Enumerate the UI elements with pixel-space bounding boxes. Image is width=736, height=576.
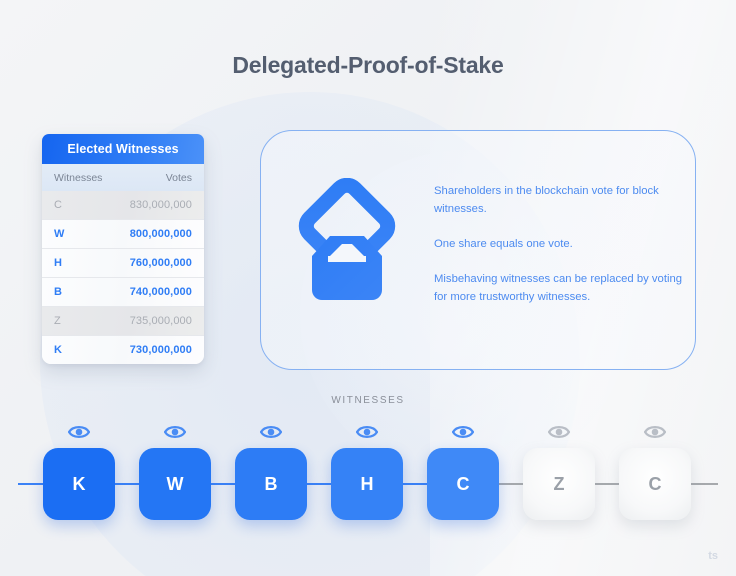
eye-icon	[644, 426, 666, 438]
witness-node[interactable]: Z	[523, 448, 595, 520]
table-row[interactable]: W 800,000,000	[42, 220, 204, 249]
row-witness: H	[54, 257, 62, 269]
slide-canvas: Delegated-Proof-of-Stake Elected Witness…	[0, 0, 736, 576]
witness-node[interactable]: K	[43, 448, 115, 520]
eye-icon	[164, 426, 186, 438]
row-votes: 730,000,000	[129, 344, 192, 356]
eye-icon	[68, 426, 90, 438]
eye-icon	[356, 426, 378, 438]
elected-witnesses-table: Elected Witnesses Witnesses Votes C 830,…	[42, 134, 204, 364]
row-votes: 740,000,000	[129, 286, 192, 298]
table-row[interactable]: C 830,000,000	[42, 191, 204, 220]
row-witness: C	[54, 199, 62, 211]
witness-node[interactable]: W	[139, 448, 211, 520]
column-header-witnesses: Witnesses	[54, 171, 103, 184]
row-witness: W	[54, 228, 65, 240]
row-votes: 830,000,000	[129, 199, 192, 211]
table-row[interactable]: H 760,000,000	[42, 249, 204, 278]
column-header-votes: Votes	[165, 171, 192, 184]
ballot-box-icon	[282, 177, 412, 318]
row-witness: K	[54, 344, 62, 356]
table-row[interactable]: B 740,000,000	[42, 278, 204, 307]
witness-node[interactable]: H	[331, 448, 403, 520]
info-paragraph-2: One share equals one vote.	[434, 238, 573, 250]
page-title: Delegated-Proof-of-Stake	[232, 52, 504, 78]
info-paragraph-1: Shareholders in the blockchain vote for …	[434, 185, 659, 215]
eye-icon	[452, 426, 474, 438]
row-witness: B	[54, 286, 62, 298]
row-votes: 735,000,000	[129, 315, 192, 327]
witness-node-label: C	[648, 473, 662, 494]
table-row[interactable]: K 730,000,000	[42, 336, 204, 364]
witness-node[interactable]: C	[427, 448, 499, 520]
witness-node-label: Z	[553, 473, 565, 494]
witness-node[interactable]: C	[619, 448, 691, 520]
witness-node-label: B	[264, 473, 278, 494]
info-panel-text: Shareholders in the blockchain vote for …	[434, 182, 684, 306]
table-header-title: Elected Witnesses	[42, 134, 204, 164]
table-column-headers: Witnesses Votes	[42, 164, 204, 191]
witness-node-label: K	[72, 473, 86, 494]
witness-node-label: W	[166, 473, 184, 494]
table-row[interactable]: Z 735,000,000	[42, 307, 204, 336]
witness-node-label: C	[456, 473, 470, 494]
eye-icon	[548, 426, 570, 438]
witness-node-label: H	[360, 473, 374, 494]
info-paragraph-3: Misbehaving witnesses can be replaced by…	[434, 273, 683, 303]
row-votes: 800,000,000	[129, 228, 192, 240]
eye-icon	[260, 426, 282, 438]
witness-node[interactable]: B	[235, 448, 307, 520]
watermark: ts	[708, 550, 718, 562]
row-votes: 760,000,000	[129, 257, 192, 269]
witnesses-section-label: WITNESSES	[331, 395, 405, 406]
row-witness: Z	[54, 315, 61, 327]
